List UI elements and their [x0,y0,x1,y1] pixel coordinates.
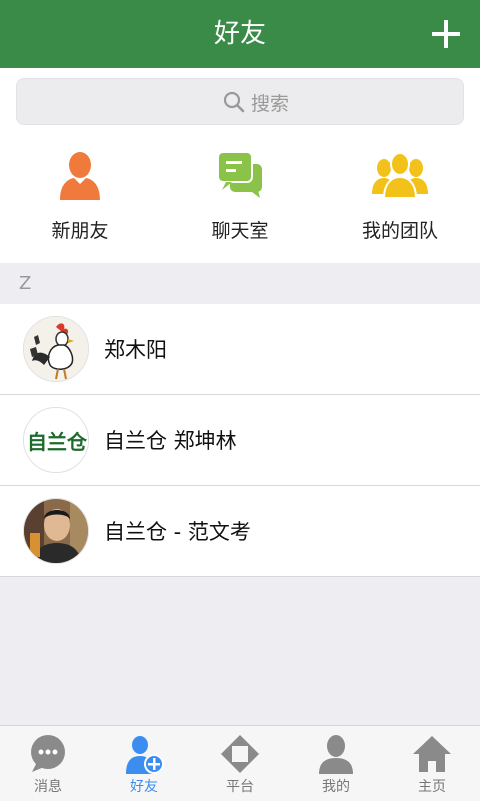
tab-platform[interactable]: 平台 [192,726,288,801]
my-team-button[interactable]: 我的团队 [320,150,480,250]
chat-room-label: 聊天室 [211,220,269,242]
bottom-tab-bar: 消息 好友 平台 我的 主页 [0,725,480,801]
tab-label: 我的 [322,779,350,795]
avatar [23,316,89,382]
tab-mine[interactable]: 我的 [288,726,384,801]
contact-row[interactable]: 自兰仓 - 范文考 [0,486,480,577]
person-icon [60,152,100,200]
home-icon [413,736,451,772]
message-icon [31,735,65,772]
add-icon[interactable] [430,18,462,50]
tab-label: 好友 [130,779,158,795]
contact-row[interactable]: 自兰仓 自兰仓 郑坤林 [0,395,480,486]
logo-avatar-image: 自兰仓 [24,408,88,472]
friends-icon [126,736,164,774]
rooster-avatar-image [24,317,88,381]
tab-label: 平台 [226,779,254,795]
section-header: Z [0,263,480,304]
contact-name: 自兰仓 郑坤林 [104,429,237,453]
contact-row[interactable]: 郑木阳 [0,304,480,395]
tab-messages[interactable]: 消息 [0,726,96,801]
logo-text: 自兰仓 [27,430,88,454]
app-header: 好友 [0,0,480,68]
contact-name: 自兰仓 - 范文考 [104,520,251,544]
platform-icon [221,735,259,773]
search-placeholder: 搜索 [251,92,290,115]
tab-friends[interactable]: 好友 [96,726,192,801]
search-input[interactable]: 搜索 [16,78,464,125]
avatar [23,498,89,564]
contact-name: 郑木阳 [104,338,167,362]
new-friends-button[interactable]: 新朋友 [0,150,160,250]
tab-home[interactable]: 主页 [384,726,480,801]
tab-label: 主页 [418,779,446,795]
page-title: 好友 [213,19,266,49]
my-team-label: 我的团队 [361,220,438,242]
section-letter: Z [19,273,32,294]
chat-icon [217,151,262,198]
avatar: 自兰仓 [23,407,89,473]
search-icon [223,91,245,113]
tab-label: 消息 [34,779,62,795]
man-photo-avatar-image [24,499,88,563]
group-icon [372,152,428,199]
chat-room-button[interactable]: 聊天室 [160,150,320,250]
new-friends-label: 新朋友 [51,220,109,242]
profile-icon [319,735,353,774]
